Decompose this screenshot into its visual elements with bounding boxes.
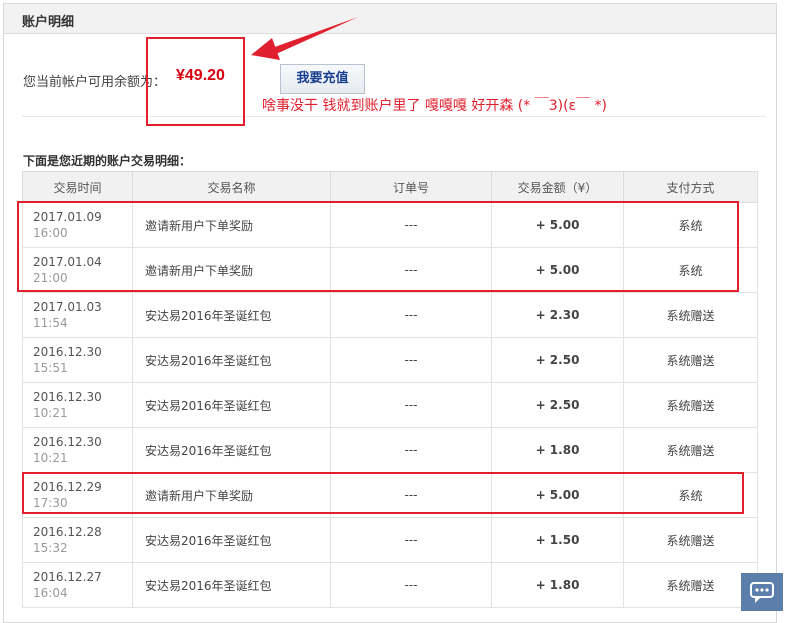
time-cell: 2017.01.04 21:00 xyxy=(22,247,133,293)
table-row: 2017.01.09 16:00 邀请新用户下单奖励 --- + 5.00 系统 xyxy=(22,202,758,248)
payment-method: 系统赠送 xyxy=(623,427,758,473)
order-number: --- xyxy=(330,337,492,383)
time-cell: 2016.12.30 10:21 xyxy=(22,427,133,473)
time-cell: 2017.01.03 11:54 xyxy=(22,292,133,338)
transaction-name: 安达易2016年圣诞红包 xyxy=(132,382,331,428)
column-header: 交易名称 xyxy=(132,171,331,203)
payment-method: 系统赠送 xyxy=(623,562,758,608)
order-number: --- xyxy=(330,247,492,293)
time-cell: 2016.12.30 10:21 xyxy=(22,382,133,428)
transaction-amount: + 5.00 xyxy=(491,202,624,248)
transaction-date: 2017.01.03 xyxy=(33,300,102,314)
order-number: --- xyxy=(330,292,492,338)
transaction-name: 安达易2016年圣诞红包 xyxy=(132,337,331,383)
recharge-button[interactable]: 我要充值 xyxy=(280,64,365,94)
table-row: 2016.12.29 17:30 邀请新用户下单奖励 --- + 5.00 系统 xyxy=(22,472,758,518)
payment-method: 系统赠送 xyxy=(623,517,758,563)
transaction-amount: + 1.80 xyxy=(491,427,624,473)
payment-method: 系统 xyxy=(623,472,758,518)
transaction-date: 2016.12.28 xyxy=(33,525,102,539)
table-row: 2017.01.04 21:00 邀请新用户下单奖励 --- + 5.00 系统 xyxy=(22,247,758,293)
column-header: 交易时间 xyxy=(22,171,133,203)
transaction-name: 邀请新用户下单奖励 xyxy=(132,202,331,248)
table-header-row: 交易时间 交易名称 订单号 交易金额（¥） 支付方式 xyxy=(22,171,758,203)
panel-title: 账户明细 xyxy=(22,15,75,30)
transaction-date: 2016.12.30 xyxy=(33,390,102,404)
order-number: --- xyxy=(330,202,492,248)
transaction-time: 16:00 xyxy=(33,226,68,240)
chat-bubble-icon xyxy=(750,582,774,603)
panel-header: 账户明细 xyxy=(4,4,776,34)
transactions-heading: 下面是您近期的账户交易明细： xyxy=(23,154,192,168)
transaction-amount: + 5.00 xyxy=(491,247,624,293)
transactions-table: 交易时间 交易名称 订单号 交易金额（¥） 支付方式 2017.01.09 16:… xyxy=(22,171,758,608)
transaction-amount: + 1.50 xyxy=(491,517,624,563)
column-header: 交易金额（¥） xyxy=(491,171,624,203)
balance-value: ¥49.20 xyxy=(176,67,225,84)
transaction-date: 2016.12.27 xyxy=(33,570,102,584)
payment-method: 系统赠送 xyxy=(623,382,758,428)
time-cell: 2016.12.30 15:51 xyxy=(22,337,133,383)
transaction-time: 21:00 xyxy=(33,271,68,285)
transaction-time: 16:04 xyxy=(33,586,68,600)
transaction-date: 2016.12.30 xyxy=(33,345,102,359)
transaction-time: 10:21 xyxy=(33,406,68,420)
transaction-name: 安达易2016年圣诞红包 xyxy=(132,292,331,338)
column-header: 订单号 xyxy=(330,171,492,203)
transaction-amount: + 2.50 xyxy=(491,382,624,428)
order-number: --- xyxy=(330,472,492,518)
transaction-date: 2016.12.30 xyxy=(33,435,102,449)
transaction-date: 2016.12.29 xyxy=(33,480,102,494)
time-cell: 2016.12.28 15:32 xyxy=(22,517,133,563)
transaction-amount: + 2.30 xyxy=(491,292,624,338)
payment-method: 系统赠送 xyxy=(623,292,758,338)
transaction-name: 邀请新用户下单奖励 xyxy=(132,247,331,293)
transaction-time: 17:30 xyxy=(33,496,68,510)
table-row: 2016.12.28 15:32 安达易2016年圣诞红包 --- + 1.50 … xyxy=(22,517,758,563)
transaction-amount: + 1.80 xyxy=(491,562,624,608)
order-number: --- xyxy=(330,382,492,428)
column-header: 支付方式 xyxy=(623,171,758,203)
order-number: --- xyxy=(330,517,492,563)
transaction-date: 2017.01.09 xyxy=(33,210,102,224)
time-cell: 2016.12.27 16:04 xyxy=(22,562,133,608)
annotation-text: 啥事没干 钱就到账户里了 嘎嘎嘎 好开森 (* ￣3)(ε￣ *) xyxy=(262,98,608,114)
table-row: 2016.12.30 10:21 安达易2016年圣诞红包 --- + 2.50 … xyxy=(22,382,758,428)
table-row: 2016.12.30 15:51 安达易2016年圣诞红包 --- + 2.50 … xyxy=(22,337,758,383)
transaction-time: 10:21 xyxy=(33,451,68,465)
section-divider xyxy=(22,116,766,117)
time-cell: 2017.01.09 16:00 xyxy=(22,202,133,248)
transaction-amount: + 5.00 xyxy=(491,472,624,518)
balance-label: 您当前帐户可用余额为： xyxy=(23,75,167,90)
transaction-time: 11:54 xyxy=(33,316,68,330)
payment-method: 系统 xyxy=(623,202,758,248)
transaction-time: 15:32 xyxy=(33,541,68,555)
table-row: 2016.12.27 16:04 安达易2016年圣诞红包 --- + 1.80 … xyxy=(22,562,758,608)
transaction-name: 安达易2016年圣诞红包 xyxy=(132,427,331,473)
transaction-time: 15:51 xyxy=(33,361,68,375)
chat-button[interactable] xyxy=(741,573,783,611)
payment-method: 系统赠送 xyxy=(623,337,758,383)
order-number: --- xyxy=(330,562,492,608)
order-number: --- xyxy=(330,427,492,473)
payment-method: 系统 xyxy=(623,247,758,293)
transaction-amount: + 2.50 xyxy=(491,337,624,383)
transaction-name: 邀请新用户下单奖励 xyxy=(132,472,331,518)
table-row: 2016.12.30 10:21 安达易2016年圣诞红包 --- + 1.80 … xyxy=(22,427,758,473)
time-cell: 2016.12.29 17:30 xyxy=(22,472,133,518)
transaction-name: 安达易2016年圣诞红包 xyxy=(132,517,331,563)
table-row: 2017.01.03 11:54 安达易2016年圣诞红包 --- + 2.30 … xyxy=(22,292,758,338)
transaction-name: 安达易2016年圣诞红包 xyxy=(132,562,331,608)
transaction-date: 2017.01.04 xyxy=(33,255,102,269)
